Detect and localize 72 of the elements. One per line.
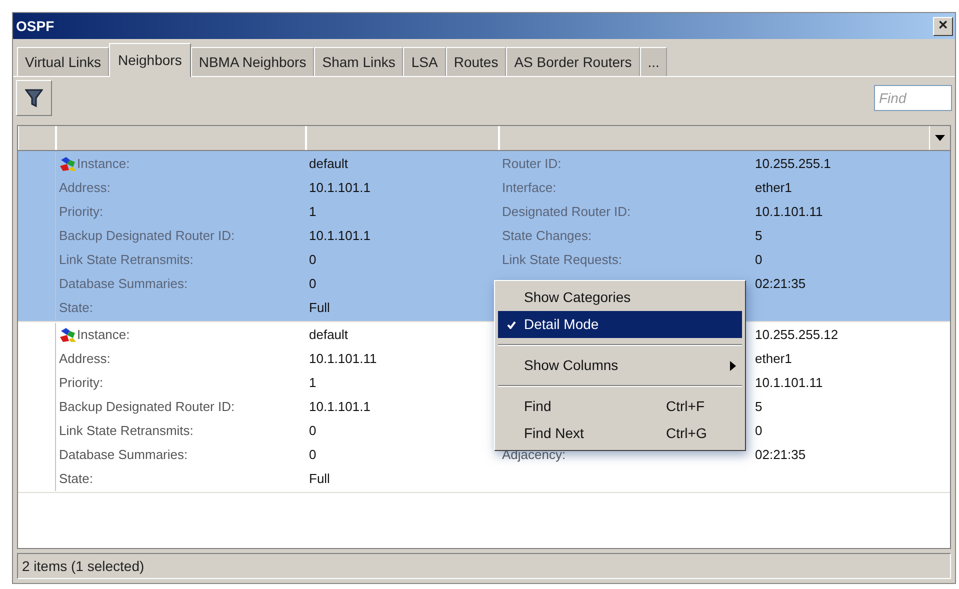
field-label: Adjacency: — [502, 446, 566, 464]
field-value: 10.255.255.1 — [754, 155, 832, 174]
field-label: Link State Retransmits: — [59, 251, 194, 270]
field-value: 10.1.101.1 — [308, 179, 372, 198]
tab[interactable]: AS Border Routers — [506, 47, 640, 76]
field-value: 10.1.101.1 — [308, 227, 372, 246]
window-title: OSPF — [15, 16, 54, 36]
instance-icon — [59, 327, 77, 343]
field-label: Router ID: — [502, 155, 562, 174]
field-label: State Changes: — [502, 227, 592, 246]
field-label: Instance: — [77, 326, 130, 344]
field-value: Full — [308, 470, 331, 488]
field-value: 02:21:35 — [754, 275, 807, 294]
search-field[interactable]: Find — [874, 85, 952, 111]
field-value: 0 — [308, 422, 318, 440]
tab[interactable]: Sham Links — [314, 47, 404, 76]
field-value: ether1 — [754, 350, 793, 368]
menu-item[interactable]: Show Columns — [498, 352, 742, 379]
tab[interactable]: LSA — [403, 47, 446, 76]
field-value: 1 — [308, 374, 318, 392]
field-label: Backup Designated Router ID: — [59, 227, 235, 246]
tab[interactable]: Neighbors — [109, 43, 191, 77]
field-value: ether1 — [754, 179, 793, 198]
field-value: 5 — [754, 227, 764, 246]
field-value: 02:21:35 — [754, 446, 807, 464]
tab[interactable]: Virtual Links — [17, 47, 110, 76]
caret-down-icon — [935, 135, 945, 141]
field-value: 0 — [754, 422, 764, 440]
submenu-arrow-icon — [730, 360, 736, 370]
field-label: Address: — [59, 179, 110, 198]
status-bar: 2 items (1 selected) — [17, 553, 951, 579]
field-label: State: — [59, 299, 93, 318]
field-value: 10.1.101.11 — [754, 203, 824, 222]
field-label: Designated Router ID: — [502, 203, 631, 222]
menu-item[interactable]: Detail Mode — [498, 311, 742, 338]
shortcut-label: Ctrl+F — [666, 397, 706, 416]
field-label: Database Summaries: — [59, 275, 188, 294]
menu-item[interactable]: Find Ctrl+F — [498, 393, 742, 420]
menu-item[interactable]: Show Categories — [498, 284, 742, 311]
field-value: default — [308, 155, 350, 174]
field-label: Address: — [59, 350, 110, 368]
field-value: 5 — [754, 398, 764, 416]
tab[interactable]: NBMA Neighbors — [190, 47, 314, 76]
field-label: Priority: — [59, 203, 104, 222]
close-button[interactable]: × — [933, 16, 953, 36]
menu-item[interactable]: Find Next Ctrl+G — [498, 420, 742, 447]
filter-button[interactable] — [16, 80, 52, 116]
filter-icon — [25, 88, 43, 108]
field-value: 0 — [754, 251, 764, 270]
field-label: Backup Designated Router ID: — [59, 398, 235, 416]
field-value: default — [308, 326, 350, 344]
field-label: Interface: — [502, 179, 556, 198]
field-value: 1 — [308, 203, 318, 222]
field-value: 10.1.101.11 — [308, 350, 378, 368]
checkmark-icon — [506, 320, 516, 328]
field-value: Full — [308, 299, 331, 318]
field-value: 0 — [308, 446, 318, 464]
field-value: 10.1.101.1 — [308, 398, 372, 416]
field-label: State: — [59, 470, 93, 488]
field-label: Database Summaries: — [59, 446, 188, 464]
tab[interactable]: ... — [640, 47, 668, 76]
field-label: Priority: — [59, 374, 104, 392]
instance-icon — [59, 156, 77, 172]
tab[interactable]: Routes — [446, 47, 506, 76]
field-value: 0 — [308, 251, 318, 270]
field-value: 10.255.255.12 — [754, 326, 840, 344]
field-value: 0 — [308, 275, 318, 294]
field-label: Instance: — [77, 155, 130, 174]
field-label: Link State Retransmits: — [59, 422, 194, 440]
field-label: Link State Requests: — [502, 251, 622, 270]
shortcut-label: Ctrl+G — [666, 424, 708, 443]
field-value: 10.1.101.11 — [754, 374, 824, 392]
